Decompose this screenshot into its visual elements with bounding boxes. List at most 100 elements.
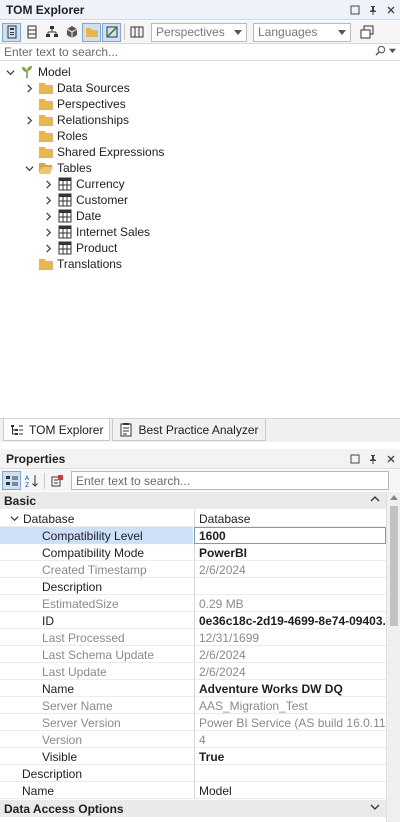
property-value[interactable]: True	[194, 748, 386, 765]
tree-item-table-internet-sales[interactable]: Internet Sales	[42, 224, 150, 240]
show-measures-icon[interactable]	[2, 22, 21, 42]
tree-item-perspectives[interactable]: Perspectives	[38, 96, 126, 112]
property-value[interactable]: 0e36c18c-2d19-4699-8e74-09403...	[194, 612, 386, 629]
close-icon[interactable]	[382, 450, 400, 468]
perspectives-dropdown[interactable]: Perspectives	[151, 22, 247, 42]
chevron-down-icon[interactable]	[370, 802, 380, 815]
property-row-description[interactable]: Description	[0, 578, 386, 595]
property-key: Created Timestamp	[42, 562, 147, 577]
sort-alphabetical-icon[interactable]: AZ	[22, 471, 41, 490]
new-window-icon[interactable]	[357, 23, 376, 42]
property-row-visible[interactable]: Visible True	[0, 748, 386, 765]
collapse-icon[interactable]	[4, 66, 16, 78]
tree-label: Currency	[76, 177, 125, 191]
property-value[interactable]	[194, 578, 386, 595]
close-icon[interactable]	[382, 1, 400, 19]
property-value[interactable]: 1600	[194, 527, 386, 544]
collapse-icon[interactable]	[10, 514, 19, 523]
tree-label: Product	[76, 241, 118, 255]
scrollbar-thumb[interactable]	[390, 506, 398, 626]
pin-icon[interactable]	[364, 450, 382, 468]
tree-item-shared-expressions[interactable]: Shared Expressions	[38, 144, 164, 160]
languages-dropdown[interactable]: Languages	[253, 22, 351, 42]
property-value: 0.29 MB	[194, 595, 386, 612]
expand-icon[interactable]	[42, 178, 54, 190]
property-row-server-name[interactable]: Server Name AAS_Migration_Test	[0, 697, 386, 714]
expand-icon[interactable]	[42, 210, 54, 222]
show-folders-icon[interactable]	[82, 22, 101, 42]
hierarchy-icon[interactable]	[42, 23, 61, 42]
property-row-model-name[interactable]: Name Model	[0, 782, 386, 799]
chevron-down-icon[interactable]	[389, 47, 396, 54]
property-grid-scrollbar[interactable]	[386, 492, 400, 822]
tom-toolbar: Perspectives Languages	[0, 21, 400, 43]
property-value: 4	[194, 731, 386, 748]
property-key: Last Update	[42, 664, 107, 679]
folder-icon	[38, 129, 54, 143]
window-menu-icon[interactable]	[346, 1, 364, 19]
property-group-database[interactable]: Database Database	[0, 510, 386, 527]
tab-best-practice-analyzer[interactable]: Best Practice Analyzer	[112, 419, 266, 441]
tom-search-input[interactable]: Enter text to search...	[0, 43, 400, 61]
explorer-tabs: TOM Explorer Best Practice Analyzer	[0, 418, 400, 442]
property-row-compatibility-mode[interactable]: Compatibility Mode PowerBI	[0, 544, 386, 561]
property-row-version[interactable]: Version 4	[0, 731, 386, 748]
tree-item-model[interactable]: Model	[4, 64, 71, 80]
chevron-up-icon[interactable]	[370, 494, 380, 507]
tree-label-model: Model	[38, 65, 71, 79]
folder-icon	[38, 113, 54, 127]
property-row-last-processed[interactable]: Last Processed 12/31/1699	[0, 629, 386, 646]
property-value: AAS_Migration_Test	[194, 697, 386, 714]
categorized-icon[interactable]	[2, 471, 21, 490]
search-icon[interactable]	[375, 45, 386, 56]
collapse-icon[interactable]	[23, 162, 35, 174]
property-value[interactable]: PowerBI	[194, 544, 386, 561]
property-key-label: Database	[23, 511, 75, 526]
expand-icon[interactable]	[23, 82, 35, 94]
columns-view-icon[interactable]	[127, 23, 146, 42]
pin-icon[interactable]	[364, 1, 382, 19]
tree-item-tables[interactable]: Tables	[23, 160, 92, 176]
cube-icon[interactable]	[62, 23, 81, 42]
category-basic[interactable]: Basic	[0, 492, 386, 509]
property-row-estimated-size[interactable]: EstimatedSize 0.29 MB	[0, 595, 386, 612]
expand-icon[interactable]	[42, 194, 54, 206]
tree-item-table-product[interactable]: Product	[42, 240, 117, 256]
folder-icon	[38, 97, 54, 111]
scroll-up-icon[interactable]	[390, 495, 398, 500]
property-value[interactable]	[194, 765, 386, 782]
property-key: Server Version	[42, 715, 121, 730]
properties-search-input[interactable]: Enter text to search...	[71, 471, 389, 490]
show-columns-icon[interactable]	[22, 23, 41, 42]
category-data-access-options[interactable]: Data Access Options	[0, 800, 386, 817]
property-row-name[interactable]: Name Adventure Works DW DQ	[0, 680, 386, 697]
property-row-server-version[interactable]: Server Version Power BI Service (AS buil…	[0, 714, 386, 731]
tab-tom-explorer[interactable]: TOM Explorer	[3, 419, 111, 441]
property-row-model-description[interactable]: Description	[0, 765, 386, 782]
svg-text:Z: Z	[25, 482, 29, 488]
tree-item-relationships[interactable]: Relationships	[23, 112, 129, 128]
property-row-compatibility-level[interactable]: Compatibility Level 1600	[0, 527, 386, 544]
tree-item-table-date[interactable]: Date	[42, 208, 101, 224]
table-icon	[57, 241, 73, 255]
filter-icon[interactable]	[102, 22, 121, 42]
property-row-created-timestamp[interactable]: Created Timestamp 2/6/2024	[0, 561, 386, 578]
tree-item-translations[interactable]: Translations	[38, 256, 122, 272]
expand-icon[interactable]	[23, 114, 35, 126]
property-key: EstimatedSize	[42, 596, 119, 611]
tree-item-table-currency[interactable]: Currency	[42, 176, 125, 192]
property-pages-icon[interactable]	[47, 471, 66, 490]
tree-item-table-customer[interactable]: Customer	[42, 192, 128, 208]
property-value[interactable]: Model	[194, 782, 386, 799]
expand-icon[interactable]	[42, 226, 54, 238]
expand-icon[interactable]	[42, 242, 54, 254]
property-row-id[interactable]: ID 0e36c18c-2d19-4699-8e74-09403...	[0, 612, 386, 629]
property-value[interactable]: Adventure Works DW DQ	[194, 680, 386, 697]
category-label: Data Access Options	[4, 801, 124, 816]
window-menu-icon[interactable]	[346, 450, 364, 468]
tree-item-roles[interactable]: Roles	[38, 128, 88, 144]
properties-titlebar: Properties	[0, 449, 400, 469]
property-row-last-update[interactable]: Last Update 2/6/2024	[0, 663, 386, 680]
property-row-last-schema-update[interactable]: Last Schema Update 2/6/2024	[0, 646, 386, 663]
tree-item-data-sources[interactable]: Data Sources	[23, 80, 130, 96]
